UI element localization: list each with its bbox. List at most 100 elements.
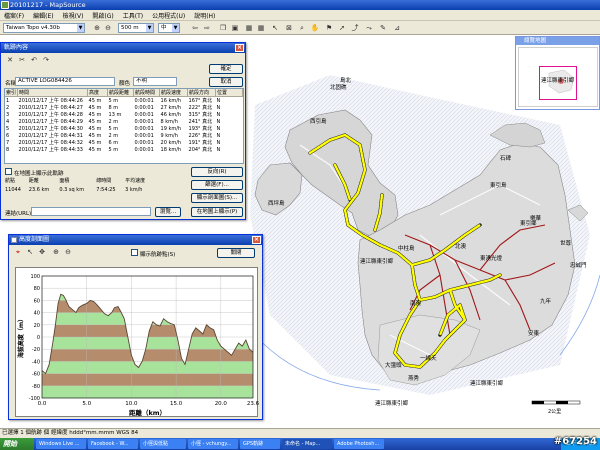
undo-icon[interactable]: ↶ — [29, 55, 39, 65]
pan-icon[interactable]: ✥ — [37, 247, 47, 257]
close-button[interactable]: 關閉 — [217, 248, 255, 258]
table-row[interactable]: 7 2010/12/17 上午 08:44:32 45 m 6 m 0:00:01 20 … — [5, 139, 243, 147]
table-cell: 315° 真北 — [188, 112, 213, 118]
table-row[interactable]: 8 2010/12/17 上午 08:44:33 45 m 5 m 0:00:01 18 … — [5, 146, 243, 154]
delete-icon[interactable]: ✕ — [5, 55, 15, 65]
waypoint-tool-icon[interactable]: ⚑ — [324, 23, 334, 33]
close-icon[interactable]: × — [252, 236, 261, 244]
table-cell: N — [216, 139, 221, 146]
grid-icon[interactable]: ▦ — [244, 23, 254, 33]
color-select[interactable]: 不明 — [133, 77, 177, 86]
url-input[interactable] — [31, 207, 151, 216]
show-track-checkbox[interactable] — [5, 168, 12, 175]
elevation-titlebar[interactable]: 高度剖面圖 — [9, 235, 262, 245]
table-cell: 27 km/h — [160, 104, 182, 111]
filter-button[interactable]: 篩選(F)... — [191, 180, 243, 190]
erase-tool-icon[interactable]: ✎ — [378, 23, 388, 33]
col-index[interactable]: 索引 — [5, 89, 18, 97]
paste-icon[interactable]: ▣ — [230, 23, 240, 33]
table-cell: 241° 真北 — [188, 119, 213, 125]
window-title: 20101217 - MapSource — [10, 1, 86, 9]
overview-label: 連江縣東引鄉 — [541, 78, 575, 84]
zoom-in-icon[interactable]: ⊕ — [92, 23, 102, 33]
task-button[interactable]: 小徑 - vchungy... — [188, 439, 238, 449]
menu-utilities[interactable]: 公用程式(U) — [152, 11, 185, 20]
route-tool-icon[interactable]: ⤴ — [350, 23, 360, 33]
copy-icon[interactable]: ❐ — [218, 23, 228, 33]
table-row[interactable]: 4 2010/12/17 上午 08:44:29 45 m 2 m 0:00:01 8 k… — [5, 118, 243, 126]
menu-view[interactable]: 檢視(V) — [63, 11, 84, 20]
map-label: 東引鄉 — [520, 219, 537, 227]
table-row[interactable]: 2 2010/12/17 上午 08:44:27 45 m 8 m 0:00:01 27 … — [5, 104, 243, 112]
task-button[interactable]: Windows Live ... — [36, 439, 86, 449]
grid-icon-2[interactable]: ▦ — [256, 23, 266, 33]
redo-icon[interactable]: ↷ — [41, 55, 51, 65]
show-on-map-button[interactable]: 在地圖上顯示(P) — [191, 207, 243, 217]
y-tick-label: 100 — [30, 274, 40, 280]
task-button-active[interactable]: 未命名 - Map... — [282, 439, 332, 449]
task-button[interactable]: 小徑與低點 — [140, 439, 186, 449]
dialog-title[interactable]: 軌跡內容 — [1, 43, 245, 53]
zoom-out-icon[interactable]: ⊖ — [63, 247, 73, 257]
menu-edit[interactable]: 編輯(E) — [33, 11, 53, 20]
menu-file[interactable]: 檔案(F) — [4, 11, 24, 20]
detail-select[interactable]: 中 ▼ — [158, 23, 180, 33]
menu-help[interactable]: 說明(H) — [194, 11, 215, 20]
task-button[interactable]: GPS軌跡 — [240, 439, 280, 449]
col-altitude[interactable]: 高度 — [87, 89, 109, 97]
hand-tool-icon[interactable]: ✋ — [310, 23, 320, 33]
cancel-button[interactable]: 取消 — [209, 77, 243, 87]
elevation-profile-window: 高度剖面圖 × ⌖ ↖ ✥ ⊕ ⊖ 顯示航跡點(S) 關閉 100 80 60 40 2… — [8, 234, 263, 420]
show-profile-button[interactable]: 顯示剖面圖(S)... — [191, 193, 243, 203]
show-points-checkbox[interactable] — [131, 249, 138, 256]
track-tool-icon[interactable]: ⤳ — [364, 23, 374, 33]
arrow-right-icon[interactable]: ⇨ — [202, 23, 212, 33]
window-titlebar[interactable]: 20101217 - MapSource — [0, 0, 600, 10]
reverse-button[interactable]: 反向(R) — [191, 167, 243, 177]
col-leg-course[interactable]: 航段方向 — [187, 89, 217, 97]
task-button[interactable]: Adobe Photosh... — [334, 439, 384, 449]
start-button[interactable]: 開始 — [0, 438, 34, 450]
map-product-select[interactable]: Taiwan Topo v4.30b ▼ — [3, 23, 85, 33]
x-tick-label: 0.0 — [38, 401, 47, 407]
search-icon[interactable]: ⌕ — [297, 23, 307, 33]
zoom-select[interactable]: 500 m ▼ — [118, 23, 154, 33]
cut-icon[interactable]: ✂ — [17, 55, 27, 65]
table-row[interactable]: 1 2010/12/17 上午 08:44:26 45 m 5 m 0:00:01 16 … — [5, 97, 243, 105]
table-row[interactable]: 3 2010/12/17 上午 08:44:28 45 m 13 m 0:00:01 46… — [5, 111, 243, 119]
table-cell: 0:00:01 — [134, 125, 154, 132]
map-label: 九年 — [540, 297, 552, 305]
zoom-tool-icon[interactable]: ⊠ — [284, 23, 294, 33]
crosshair-icon[interactable]: ⌖ — [13, 247, 23, 257]
zoom-out-icon[interactable]: ⊖ — [103, 23, 113, 33]
track-points-table[interactable]: 索引 時間 高度 航段距離 航段時間 航段速度 航段方向 位置 1 2010/12… — [4, 88, 244, 164]
task-button[interactable]: Facebook - W... — [88, 439, 138, 449]
table-cell: 45 m — [88, 104, 102, 111]
arrow-left-icon[interactable]: ⇦ — [190, 23, 200, 33]
measure-tool-icon[interactable]: ⊿ — [392, 23, 402, 33]
y-tick-label: 40 — [34, 311, 40, 317]
table-cell: 13 m — [108, 111, 122, 118]
ok-button[interactable]: 確定 — [209, 64, 243, 74]
pointer-tool-icon[interactable]: ➚ — [337, 23, 347, 33]
zoom-in-icon[interactable]: ⊕ — [51, 247, 61, 257]
select-tool-icon[interactable]: ↖ — [270, 23, 280, 33]
table-row[interactable]: 6 2010/12/17 上午 08:44:31 45 m 2 m 0:00:01 9 k… — [5, 132, 243, 140]
menu-goto[interactable]: 開啟(G) — [92, 11, 113, 20]
table-cell: 0:00:01 — [134, 104, 154, 111]
col-leg-distance[interactable]: 航段距離 — [107, 89, 135, 97]
overview-map[interactable]: 連江縣東引鄉 — [518, 47, 598, 107]
menu-tools[interactable]: 工具(T) — [123, 11, 143, 20]
col-leg-time[interactable]: 航段時間 — [133, 89, 161, 97]
col-position[interactable]: 位置 — [215, 89, 243, 97]
table-row[interactable]: 5 2010/12/17 上午 08:44:30 45 m 5 m 0:00:01 19 … — [5, 125, 243, 133]
browse-button[interactable]: 瀏覽... — [155, 207, 181, 217]
track-name-field[interactable]: ACTIVE LOG084426 — [15, 77, 115, 86]
close-icon[interactable]: × — [235, 44, 244, 52]
col-leg-speed[interactable]: 航段速度 — [159, 89, 189, 97]
elevation-chart[interactable]: 100806040200-20-40-60-80-1000.0 5.0 10.0 15… — [16, 268, 260, 418]
col-time[interactable]: 時間 — [17, 89, 89, 97]
select-icon[interactable]: ↖ — [25, 247, 35, 257]
overview-map-panel[interactable]: 總覽地圖 連江縣東引鄉 — [515, 36, 600, 110]
table-cell: 8 km/h — [160, 118, 178, 125]
